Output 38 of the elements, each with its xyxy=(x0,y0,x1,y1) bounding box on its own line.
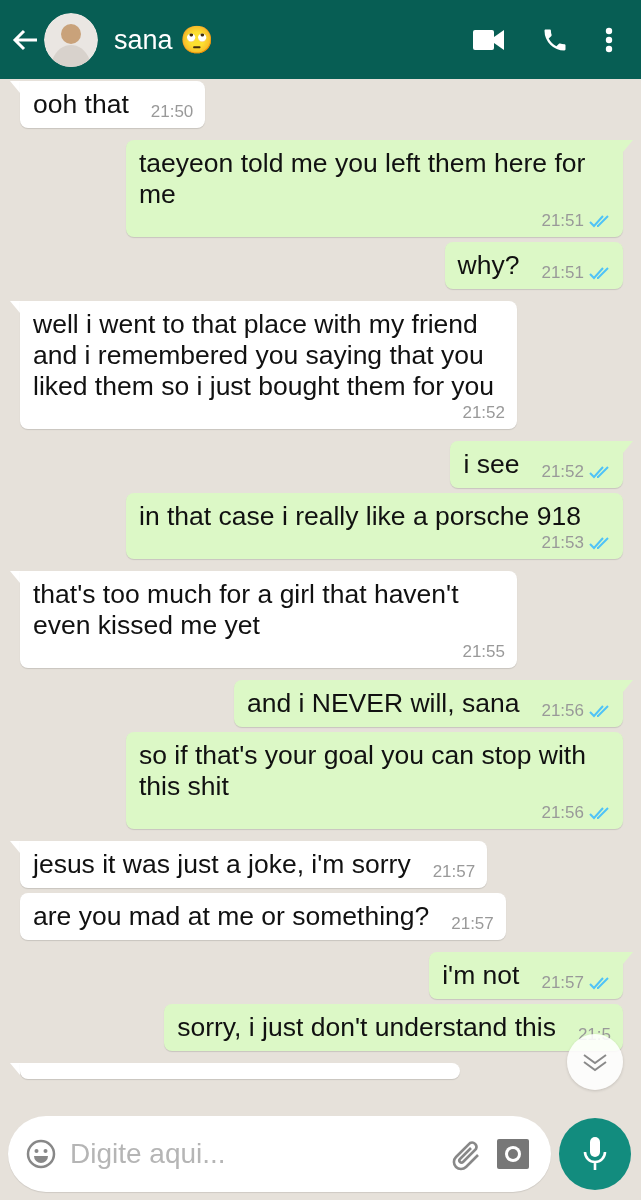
message-time: 21:51 xyxy=(541,210,584,232)
back-icon[interactable] xyxy=(12,28,38,51)
message-text: so if that's your goal you can stop with this shit xyxy=(139,740,587,802)
message-text: in that case i really like a porsche 918 xyxy=(139,501,581,532)
video-call-icon[interactable] xyxy=(473,28,505,51)
message-text: well i went to that place with my friend and i remembered you saying that you liked them so i just bought them for you xyxy=(33,309,496,402)
camera-icon[interactable] xyxy=(497,1139,529,1169)
message-time: 21:57 xyxy=(541,972,584,994)
message-time: 21:53 xyxy=(541,532,584,554)
message-text: are you mad at me or something? xyxy=(33,901,430,932)
message-time: 21:52 xyxy=(541,461,584,483)
message-text: jesus it was just a joke, i'm sorry xyxy=(33,849,411,880)
message-time: 21:56 xyxy=(541,700,584,722)
bubble-tail xyxy=(10,1063,20,1075)
message-time: 21:57 xyxy=(432,861,476,883)
more-options-icon[interactable] xyxy=(605,26,613,53)
message-time: 21:56 xyxy=(541,802,584,824)
message-time: 21:55 xyxy=(462,641,505,663)
message-text: taeyeon told me you left them here for me xyxy=(139,148,587,210)
message-text: and i NEVER will, sana xyxy=(246,688,520,719)
message-time: 21:57 xyxy=(451,913,494,935)
message-text: i see xyxy=(463,449,520,480)
double-chevron-icon xyxy=(582,1052,608,1072)
message-text: ooh that xyxy=(33,89,129,120)
message-text: why? xyxy=(457,250,520,281)
message-input-field[interactable]: Digite aqui... xyxy=(70,1138,437,1170)
message-time: 21:51 xyxy=(541,262,584,284)
microphone-icon xyxy=(583,1136,607,1172)
contact-avatar[interactable] xyxy=(44,12,98,67)
contact-name[interactable]: sana 🙄 xyxy=(114,23,215,56)
message-time: 21:50 xyxy=(150,101,194,123)
message-time: 21:5 xyxy=(577,1024,611,1046)
message-text: that's too much for a girl that haven't even kissed me yet xyxy=(33,579,460,641)
emoji-icon[interactable] xyxy=(26,1139,56,1169)
message-composer[interactable]: Digite aqui... xyxy=(8,1116,551,1192)
message-time: 21:52 xyxy=(462,402,505,424)
message-text: sorry, i just don't understand this xyxy=(177,1012,556,1043)
message-text: i'm not xyxy=(442,960,520,991)
